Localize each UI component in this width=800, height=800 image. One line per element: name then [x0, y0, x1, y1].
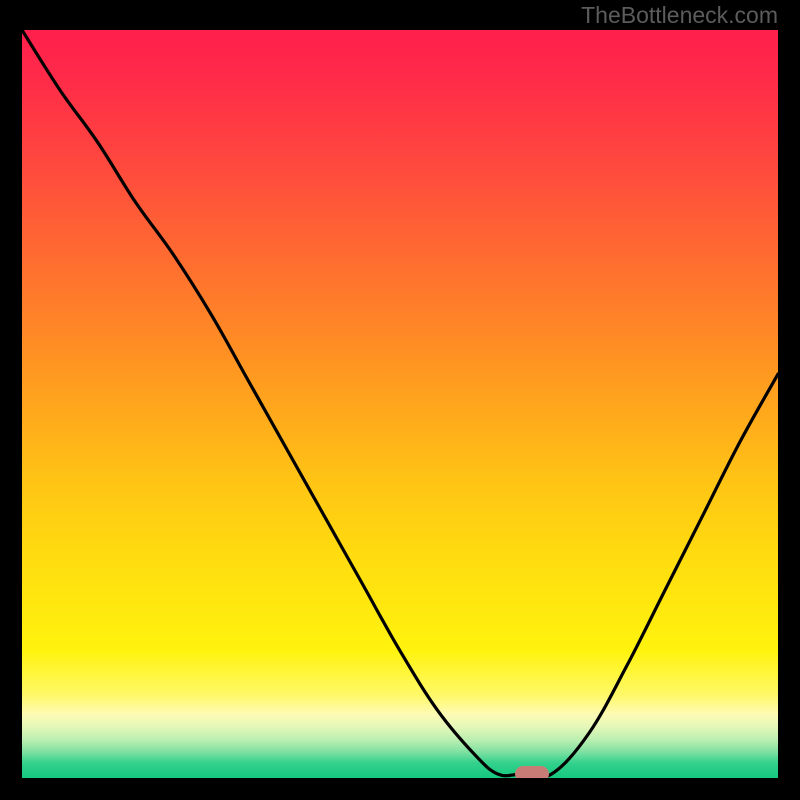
- bottleneck-curve: [22, 30, 778, 778]
- plot-area: [22, 30, 778, 778]
- watermark-label: TheBottleneck.com: [581, 2, 778, 29]
- optimal-marker: [515, 766, 549, 778]
- chart-frame: TheBottleneck.com: [0, 0, 800, 800]
